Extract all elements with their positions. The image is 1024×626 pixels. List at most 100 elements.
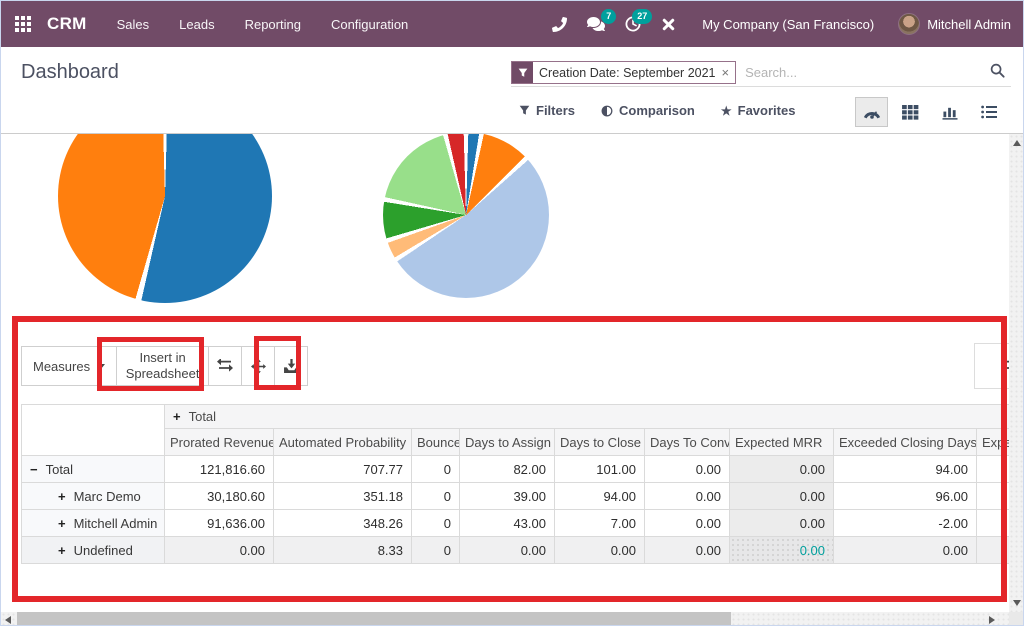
measures-button[interactable]: Measures [21,346,117,386]
menu-leads[interactable]: Leads [179,17,214,32]
pivot-value-cell: 121,816.60 [165,456,274,483]
horizontal-scrollbar-thumb[interactable] [17,612,731,626]
pivot-row-header[interactable]: −Total [22,456,165,483]
messages-count-badge: 7 [601,9,616,24]
filters-button[interactable]: Filters [519,103,575,118]
plus-icon: + [58,543,66,558]
arrows-all-icon [251,359,266,374]
pivot-value-cell: 39.00 [460,483,555,510]
flip-axis-button[interactable] [209,346,242,386]
flip-axis-icon [1002,359,1009,373]
expand-all-button[interactable] [242,346,275,386]
view-switcher [855,97,1005,127]
scroll-down-arrow-icon[interactable] [1013,600,1021,606]
dashboard-content: Measures Insert in Spreadsheet +TotalPro… [1,134,1009,612]
odoo-crm-window: CRM Sales Leads Reporting Configuration … [0,0,1024,626]
pivot-value-cell: 94.00 [834,456,977,483]
pivot-value-cell [977,456,1010,483]
star-icon: ★ [721,104,732,118]
vertical-scrollbar[interactable] [1009,134,1024,612]
pivot-value-cell: 0.00 [645,537,730,564]
pivot-row-total: −Total121,816.60707.77082.00101.000.000.… [22,456,1010,483]
pivot-measure-header[interactable]: Expected MRR [730,429,834,456]
user-name: Mitchell Admin [927,17,1011,32]
pivot-value-cell: 101.00 [555,456,645,483]
pivot-measure-header[interactable]: Bounce [412,429,460,456]
scroll-right-arrow-icon[interactable] [989,616,995,624]
pivot-value-cell: 0.00 [645,510,730,537]
pivot-measure-header[interactable]: Days To Convert [645,429,730,456]
search-input[interactable]: Search... [745,65,990,80]
search-icon[interactable] [990,63,1005,83]
pivot-value-cell: 82.00 [460,456,555,483]
search-bar[interactable]: Creation Date: September 2021 × Search..… [511,59,1011,87]
pivot-value-cell: 0.00 [730,483,834,510]
systray: 7 27 My Company (San Francisco) Mitchell… [552,13,1011,35]
plus-icon: + [58,489,66,504]
pivot-value-cell: 91,636.00 [165,510,274,537]
pivot-value-cell: 0.00 [834,537,977,564]
list-icon [981,105,997,119]
adjust-icon [601,105,613,117]
phone-icon[interactable] [552,17,567,32]
activities-count-badge: 27 [632,9,652,24]
pivot-value-cell: 43.00 [460,510,555,537]
next-widget-partial-button[interactable] [974,343,1009,389]
pivot-value-cell [977,510,1010,537]
pie-chart-right [383,134,549,298]
pivot-row-header[interactable]: +Marc Demo [22,483,165,510]
search-facet: Creation Date: September 2021 × [511,61,736,84]
comparison-button[interactable]: Comparison [601,103,695,118]
pivot-measure-header[interactable]: Days to Assign [460,429,555,456]
scroll-left-arrow-icon[interactable] [5,616,11,624]
insert-in-spreadsheet-button[interactable]: Insert in Spreadsheet [117,346,209,386]
bar-chart-icon [942,105,958,120]
pivot-row-header[interactable]: +Mitchell Admin [22,510,165,537]
messages-icon[interactable]: 7 [587,16,605,32]
horizontal-scrollbar[interactable] [1,612,1009,626]
search-options: Filters Comparison ★ Favorites [519,103,795,118]
pivot-column-group-total[interactable]: +Total [165,405,1010,429]
pivot-row-undefined: +Undefined0.008.3300.000.000.000.000.00 [22,537,1010,564]
pivot-value-cell: -2.00 [834,510,977,537]
pivot-measure-header[interactable]: Automated Probability [274,429,412,456]
pivot-measure-header[interactable]: Exceeded Closing Days [834,429,977,456]
download-xlsx-button[interactable] [275,346,308,386]
avatar [898,13,920,35]
pivot-row-header[interactable]: +Undefined [22,537,165,564]
main-menu: Sales Leads Reporting Configuration [117,17,409,32]
pivot-value-cell: 351.18 [274,483,412,510]
facet-remove-icon[interactable]: × [722,62,736,83]
view-pivot-button[interactable] [894,97,927,127]
user-menu[interactable]: Mitchell Admin [898,13,1011,35]
menu-reporting[interactable]: Reporting [245,17,301,32]
pivot-value-cell: 0 [412,456,460,483]
page-title: Dashboard [21,61,119,84]
company-switcher[interactable]: My Company (San Francisco) [702,17,874,32]
pivot-value-cell: 7.00 [555,510,645,537]
pivot-value-cell: 0.00 [165,537,274,564]
apps-menu-icon[interactable] [15,16,31,32]
view-list-button[interactable] [972,97,1005,127]
pivot-value-cell: 0.00 [555,537,645,564]
view-dashboard-button[interactable] [855,97,888,127]
funnel-icon [519,105,530,116]
pivot-value-cell: 0.00 [645,456,730,483]
pivot-value-cell [977,483,1010,510]
pivot-value-cell: 30,180.60 [165,483,274,510]
view-graph-button[interactable] [933,97,966,127]
app-name[interactable]: CRM [47,14,87,34]
favorites-button[interactable]: ★ Favorites [721,103,796,118]
pivot-measure-header[interactable]: Days to Close [555,429,645,456]
pivot-value-cell: 0.00 [645,483,730,510]
pivot-grid-icon [902,105,919,120]
activities-clock-icon[interactable]: 27 [625,16,641,32]
pivot-measure-header[interactable]: Expe [977,429,1010,456]
menu-sales[interactable]: Sales [117,17,150,32]
pivot-measure-header[interactable]: Prorated Revenue [165,429,274,456]
tools-icon[interactable] [661,17,676,32]
pivot-value-cell: 0.00 [460,537,555,564]
menu-configuration[interactable]: Configuration [331,17,408,32]
plus-icon: + [58,516,66,531]
scroll-up-arrow-icon[interactable] [1013,140,1021,146]
